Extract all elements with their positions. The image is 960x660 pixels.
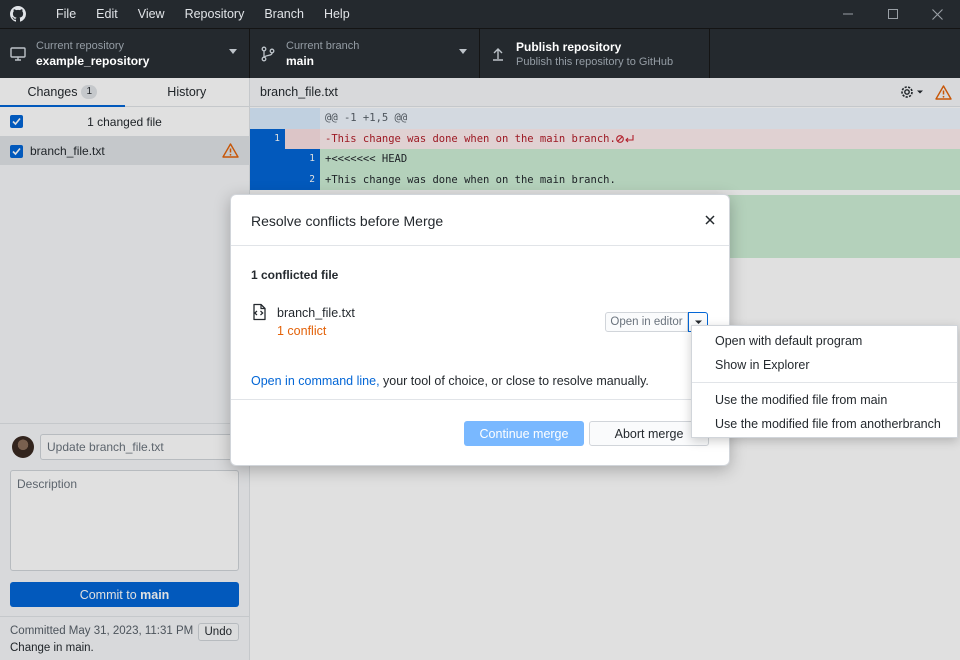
close-icon: [932, 8, 943, 20]
conflicted-file-name: branch_file.txt: [277, 306, 355, 320]
chevron-down-icon: [229, 49, 237, 54]
chevron-down-icon: [694, 320, 702, 324]
branch-label: Current branch: [286, 39, 360, 52]
menu-item-open-default-program[interactable]: Open with default program: [715, 334, 862, 348]
divider: [231, 245, 729, 246]
file-diff-icon: [253, 303, 266, 321]
dialog-title: Resolve conflicts before Merge: [251, 213, 444, 229]
menu-item-use-file-from-anotherbranch[interactable]: Use the modified file from anotherbranch: [715, 417, 941, 431]
maximize-icon: [887, 9, 898, 19]
resolve-conflicts-dialog: Resolve conflicts before Merge 1 conflic…: [230, 194, 730, 466]
monitor-icon: [10, 46, 26, 61]
github-logo-icon[interactable]: [10, 6, 26, 22]
close-window-button[interactable]: [915, 0, 960, 28]
conflict-count: 1 conflict: [277, 324, 327, 338]
branch-icon: [261, 46, 275, 61]
help-text: Open in command line, your tool of choic…: [251, 374, 649, 388]
continue-merge-button[interactable]: Continue merge: [464, 421, 584, 446]
divider: [231, 399, 729, 400]
close-icon[interactable]: [703, 213, 717, 227]
menu-edit[interactable]: Edit: [86, 0, 128, 28]
open-in-editor-button[interactable]: Open in editor: [605, 312, 688, 332]
open-options-menu: Open with default program Show in Explor…: [691, 325, 958, 438]
minimize-icon: [842, 13, 853, 15]
open-command-line-link[interactable]: Open in command line,: [251, 374, 380, 388]
conflicted-files-count: 1 conflicted file: [251, 268, 339, 282]
menu-repository[interactable]: Repository: [175, 0, 255, 28]
repo-label: Current repository: [36, 39, 125, 52]
menu-view[interactable]: View: [128, 0, 175, 28]
maximize-button[interactable]: [870, 0, 915, 28]
current-branch-button[interactable]: Current branch main: [250, 29, 480, 78]
toolbar: Current repository example_repository Cu…: [0, 28, 960, 78]
repo-value: example_repository: [36, 53, 150, 68]
help-text-rest: your tool of choice, or close to resolve…: [379, 374, 649, 388]
menu-item-show-in-explorer[interactable]: Show in Explorer: [715, 358, 810, 372]
chevron-down-icon: [459, 49, 467, 54]
menu-item-use-file-from-main[interactable]: Use the modified file from main: [715, 393, 887, 407]
menu-file[interactable]: File: [46, 0, 86, 28]
branch-value: main: [286, 53, 315, 68]
title-bar: File Edit View Repository Branch Help: [0, 0, 960, 28]
window-controls: [825, 0, 960, 28]
publish-subtitle: Publish this repository to GitHub: [516, 55, 674, 68]
current-repository-button[interactable]: Current repository example_repository: [0, 29, 250, 78]
minimize-button[interactable]: [825, 0, 870, 28]
upload-icon: [493, 47, 503, 61]
menu-help[interactable]: Help: [314, 0, 360, 28]
publish-repository-button[interactable]: Publish repository Publish this reposito…: [480, 29, 710, 78]
publish-title: Publish repository: [516, 39, 622, 54]
divider: [692, 382, 957, 383]
menu-branch[interactable]: Branch: [254, 0, 314, 28]
